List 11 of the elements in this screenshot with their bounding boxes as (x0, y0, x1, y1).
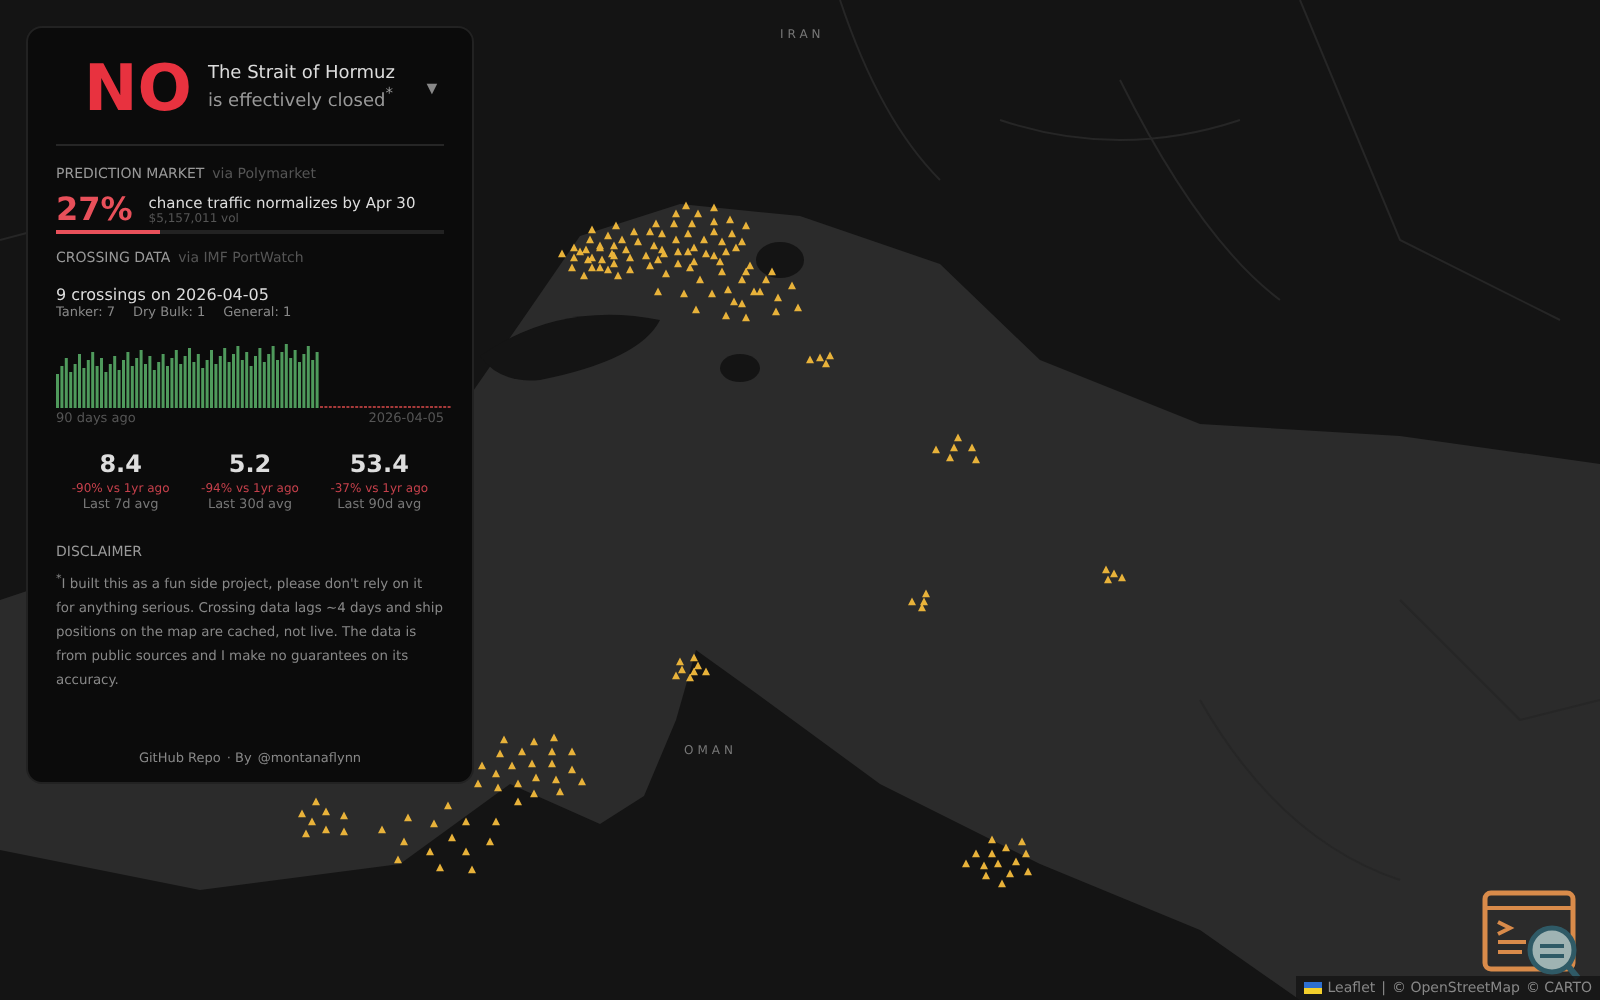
terminal-search-icon[interactable] (1482, 890, 1582, 982)
crossings-summary: 9 crossings on 2026-04-05 (56, 286, 271, 304)
flag-icon (1303, 982, 1322, 994)
collapse-toggle[interactable]: ▼ (422, 78, 441, 98)
headline-title: The Strait of Hormuz (207, 64, 395, 84)
answer-headline: NO (84, 56, 192, 120)
stat-value: 5.2 (228, 450, 272, 478)
stat-value: 8.4 (99, 450, 142, 478)
stat-value: 53.4 (349, 450, 409, 478)
probability-value: 27% (56, 190, 133, 228)
headline-subtitle: is effectively closed$^{*}$ (207, 84, 395, 112)
